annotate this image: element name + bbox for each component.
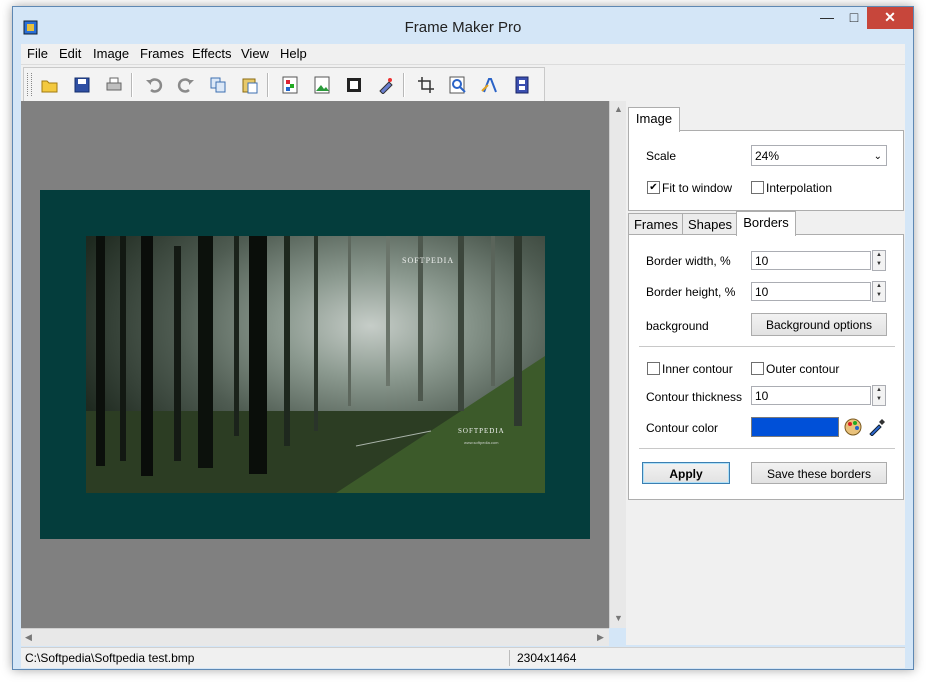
menu-effects[interactable]: Effects bbox=[192, 46, 232, 61]
photo-watermark-url: www.softpedia.com bbox=[464, 440, 499, 445]
crop-icon[interactable] bbox=[417, 76, 435, 94]
chevron-down-icon: ⌄ bbox=[873, 151, 882, 162]
menu-bar: File Edit Image Frames Effects View Help bbox=[21, 44, 905, 64]
scale-select[interactable]: 24% ⌄ bbox=[751, 145, 887, 166]
scroll-left-icon[interactable]: ◀ bbox=[25, 632, 32, 643]
toolbar-separator bbox=[403, 73, 405, 97]
tab-borders[interactable]: Borders bbox=[736, 211, 796, 236]
maximize-button[interactable]: □ bbox=[841, 7, 867, 29]
frame-border: SOFTPEDIA SOFTPEDIA www.softpedia.com bbox=[40, 190, 590, 539]
toolbar bbox=[23, 67, 545, 102]
menu-help[interactable]: Help bbox=[280, 46, 307, 61]
interpolation-checkbox[interactable] bbox=[751, 181, 764, 194]
menu-frames[interactable]: Frames bbox=[140, 46, 184, 61]
status-file-path: C:\Softpedia\Softpedia test.bmp bbox=[25, 651, 195, 665]
image-group: Scale 24% ⌄ ✔ Fit to window Interpolatio… bbox=[628, 130, 904, 211]
text-icon[interactable] bbox=[481, 76, 499, 94]
palette-icon[interactable] bbox=[844, 418, 862, 436]
apply-button[interactable]: Apply bbox=[642, 462, 730, 484]
fit-to-window-checkbox[interactable]: ✔ bbox=[647, 181, 660, 194]
forest-trees-graphic bbox=[86, 236, 545, 493]
open-icon[interactable] bbox=[41, 76, 59, 94]
menu-view[interactable]: View bbox=[241, 46, 269, 61]
status-bar: C:\Softpedia\Softpedia test.bmp 2304x146… bbox=[21, 647, 905, 668]
background-options-button[interactable]: Background options bbox=[751, 313, 887, 336]
contour-color-label: Contour color bbox=[646, 421, 719, 435]
effects-icon[interactable] bbox=[377, 76, 395, 94]
border-height-spinner[interactable]: ▲ ▼ bbox=[872, 281, 886, 302]
border-height-label: Border height, % bbox=[646, 285, 736, 299]
toolbar-grip[interactable] bbox=[27, 73, 32, 96]
zoom-icon[interactable] bbox=[449, 76, 467, 94]
borders-group: Border width, % 10 ▲ ▼ Border height, % 1… bbox=[628, 234, 904, 500]
redo-icon[interactable] bbox=[177, 76, 195, 94]
vertical-scrollbar[interactable]: ▲ ▼ bbox=[609, 101, 627, 628]
tab-frames[interactable]: Frames bbox=[628, 213, 684, 236]
inner-contour-checkbox[interactable] bbox=[647, 362, 660, 375]
menu-image[interactable]: Image bbox=[93, 46, 129, 61]
background-label: background bbox=[646, 319, 709, 333]
fit-to-window-label: Fit to window bbox=[662, 181, 733, 195]
inner-contour-label: Inner contour bbox=[662, 362, 733, 376]
menu-edit[interactable]: Edit bbox=[59, 46, 81, 61]
outer-contour-checkbox[interactable] bbox=[751, 362, 764, 375]
status-separator bbox=[509, 650, 510, 666]
scroll-right-icon[interactable]: ▶ bbox=[597, 632, 604, 643]
interpolation-label: Interpolation bbox=[766, 181, 833, 195]
contour-thickness-input[interactable]: 10 bbox=[751, 386, 871, 405]
border-width-spinner[interactable]: ▲ ▼ bbox=[872, 250, 886, 271]
border-icon[interactable] bbox=[345, 76, 363, 94]
frame-icon[interactable] bbox=[281, 76, 299, 94]
undo-icon[interactable] bbox=[145, 76, 163, 94]
image-canvas[interactable]: SOFTPEDIA SOFTPEDIA www.softpedia.com bbox=[21, 101, 609, 628]
contour-thickness-label: Contour thickness bbox=[646, 390, 743, 404]
copy-icon[interactable] bbox=[209, 76, 227, 94]
toolbar-separator bbox=[131, 73, 133, 97]
film-icon[interactable] bbox=[513, 76, 531, 94]
save-icon[interactable] bbox=[73, 76, 91, 94]
close-button[interactable]: ✕ bbox=[867, 7, 913, 29]
title-bar: Frame Maker Pro — □ ✕ bbox=[13, 7, 913, 45]
scale-label: Scale bbox=[646, 149, 677, 163]
divider bbox=[639, 346, 895, 347]
eyedropper-icon[interactable] bbox=[868, 418, 886, 436]
contour-thickness-spinner[interactable]: ▲ ▼ bbox=[872, 385, 886, 406]
tab-shapes[interactable]: Shapes bbox=[682, 213, 738, 236]
image-icon[interactable] bbox=[313, 76, 331, 94]
border-height-input[interactable]: 10 bbox=[751, 282, 871, 301]
properties-panel: Image Scale 24% ⌄ ✔ Fit to window Interp… bbox=[626, 101, 905, 645]
border-width-label: Border width, % bbox=[646, 254, 731, 268]
save-borders-button[interactable]: Save these borders bbox=[751, 462, 887, 484]
window-title: Frame Maker Pro bbox=[404, 19, 522, 36]
scale-value: 24% bbox=[755, 149, 780, 163]
app-window: Frame Maker Pro — □ ✕ File Edit Image Fr… bbox=[12, 6, 914, 670]
outer-contour-label: Outer contour bbox=[766, 362, 840, 376]
scroll-up-icon[interactable]: ▲ bbox=[614, 104, 623, 114]
scroll-down-icon[interactable]: ▼ bbox=[614, 613, 623, 623]
tab-image[interactable]: Image bbox=[628, 107, 680, 132]
divider bbox=[639, 448, 895, 449]
toolbar-separator bbox=[267, 73, 269, 97]
border-width-input[interactable]: 10 bbox=[751, 251, 871, 270]
toolbar-area bbox=[21, 64, 905, 102]
contour-color-swatch[interactable] bbox=[751, 417, 839, 437]
forest-photo: SOFTPEDIA SOFTPEDIA www.softpedia.com bbox=[86, 236, 545, 493]
minimize-button[interactable]: — bbox=[813, 7, 841, 29]
status-image-dimensions: 2304x1464 bbox=[517, 651, 577, 665]
paste-icon[interactable] bbox=[241, 76, 259, 94]
photo-watermark-bottom: SOFTPEDIA bbox=[458, 427, 505, 435]
photo-watermark-top: SOFTPEDIA bbox=[402, 256, 455, 265]
menu-file[interactable]: File bbox=[27, 46, 48, 61]
horizontal-scrollbar[interactable]: ◀ ▶ bbox=[21, 628, 609, 646]
print-icon[interactable] bbox=[105, 76, 123, 94]
